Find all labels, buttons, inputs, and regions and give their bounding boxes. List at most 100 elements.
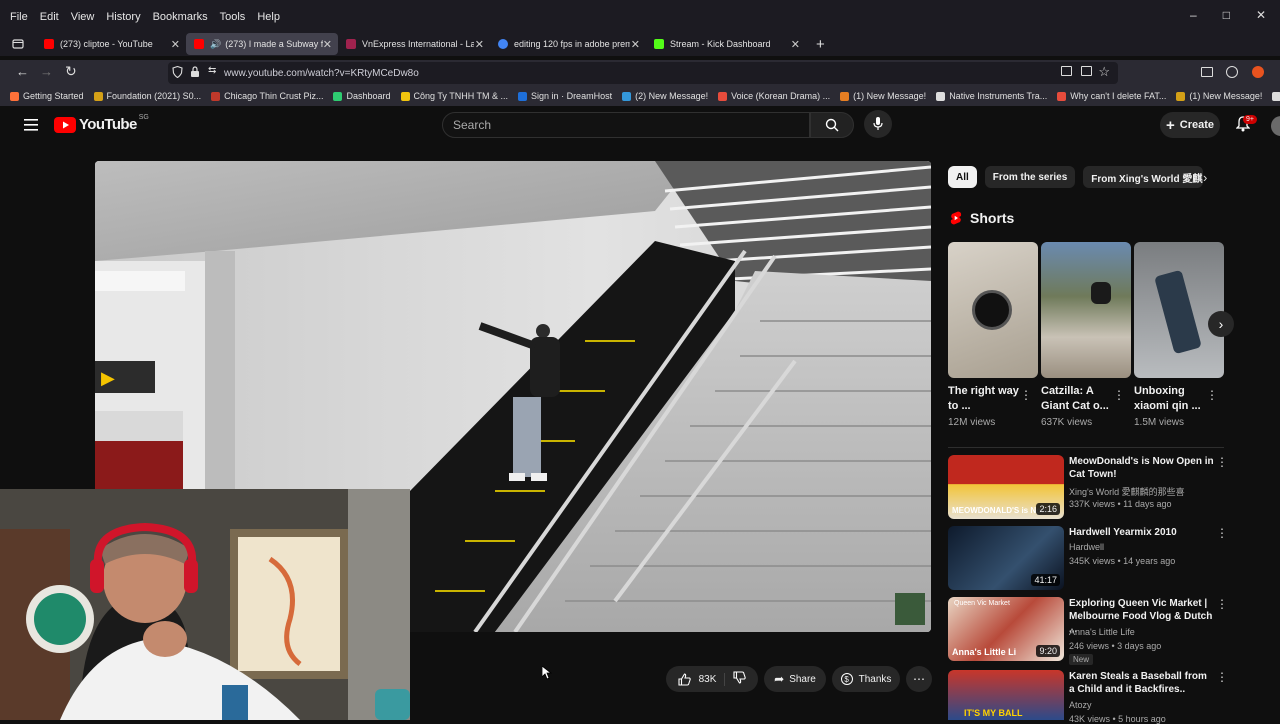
close-tab-icon[interactable]: ✕	[631, 38, 640, 51]
search-input[interactable]: Search	[442, 112, 810, 138]
menu-view[interactable]: View	[71, 11, 95, 23]
address-bar[interactable]: ⇆ www.youtube.com/watch?v=KRtyMCeDw8o ☆	[168, 62, 1118, 84]
chip-from-series[interactable]: From the series	[984, 166, 1076, 188]
hamburger-menu-icon[interactable]	[24, 118, 38, 136]
shorts-next-button[interactable]: ›	[1208, 311, 1234, 337]
shield-icon[interactable]	[172, 65, 183, 81]
avatar[interactable]	[1271, 116, 1280, 136]
minimize-icon[interactable]: –	[1190, 8, 1197, 22]
menu-tools[interactable]: Tools	[220, 11, 246, 23]
related-video-item[interactable]: Queen Vic Market Anna's Little Li 9:20 E…	[948, 597, 1238, 665]
tab-vnexpress[interactable]: VnExpress International - Latest ✕	[338, 33, 490, 55]
video-duration-badge: 9:20	[1036, 645, 1060, 657]
youtube-header: YouTube SG Search + Create 9+	[0, 106, 1280, 146]
bookmark-item[interactable]: Sign in · DreamHost	[518, 91, 612, 101]
close-tab-icon[interactable]: ✕	[475, 38, 484, 51]
sidebar-icon[interactable]	[1201, 67, 1213, 77]
related-video-item[interactable]: 41:17 Hardwell Yearmix 2010 Hardwell 345…	[948, 526, 1238, 592]
bookmark-favicon-icon	[1272, 91, 1280, 101]
more-vertical-icon[interactable]: ⋮	[1216, 670, 1228, 684]
thanks-button[interactable]: $ Thanks	[832, 666, 900, 692]
like-button[interactable]: 83K	[678, 672, 726, 686]
video-thumbnail: MEOWDONALD'S is Now 2:16	[948, 455, 1064, 519]
more-vertical-icon[interactable]: ⋮	[1113, 388, 1125, 402]
menu-edit[interactable]: Edit	[40, 11, 59, 23]
bookmark-item[interactable]: Foundation (2021) S0...	[93, 91, 201, 101]
bookmark-item[interactable]: Voice (Korean Drama) ...	[718, 91, 830, 101]
permissions-icon[interactable]: ⇆	[208, 65, 216, 76]
menu-bookmarks[interactable]: Bookmarks	[153, 11, 208, 23]
short-item[interactable]: Catzilla: A Giant Cat o... 637K views ⋮	[1041, 242, 1131, 428]
window-controls: – □ ✕	[1190, 8, 1280, 22]
create-button[interactable]: + Create	[1160, 112, 1220, 138]
menu-file[interactable]: File	[10, 11, 28, 23]
account-icon[interactable]	[1226, 66, 1238, 78]
bookmark-favicon-icon	[936, 91, 946, 101]
bookmark-item[interactable]: Why can't I delete FAT...	[1057, 91, 1166, 101]
bookmark-item[interactable]: Chicago Thin Crust Piz...	[211, 91, 323, 101]
thanks-dollar-icon: $	[840, 673, 853, 685]
speaker-icon[interactable]: 🔊	[210, 39, 221, 50]
close-tab-icon[interactable]: ✕	[323, 38, 332, 51]
video-duration-badge: 2:16	[1036, 503, 1060, 515]
search-button[interactable]	[810, 112, 854, 138]
more-vertical-icon[interactable]: ⋮	[1216, 597, 1228, 611]
more-vertical-icon[interactable]: ⋮	[1020, 388, 1032, 402]
new-tab-icon[interactable]: +	[816, 36, 825, 53]
chip-all[interactable]: All	[948, 166, 977, 188]
more-vertical-icon[interactable]: ⋮	[1216, 455, 1228, 469]
tab-editing-120fps[interactable]: editing 120 fps in adobe premi ✕	[490, 33, 646, 55]
bookmarks-toolbar: Getting Started Foundation (2021) S0... Ch…	[0, 86, 1280, 106]
share-button[interactable]: ➦ Share	[764, 666, 826, 692]
svg-text:▶: ▶	[101, 368, 115, 388]
close-tab-icon[interactable]: ✕	[791, 38, 800, 51]
menu-history[interactable]: History	[106, 11, 140, 23]
menu-help[interactable]: Help	[257, 11, 280, 23]
bookmark-item[interactable]: Getting Started	[10, 91, 84, 101]
dislike-button[interactable]	[725, 671, 747, 687]
short-thumbnail	[1134, 242, 1224, 378]
more-vertical-icon[interactable]: ⋮	[1216, 526, 1228, 540]
voice-search-button[interactable]	[864, 110, 892, 138]
chips-next-chevron-icon[interactable]: ›	[1203, 170, 1207, 185]
vnexpress-favicon-icon	[346, 39, 356, 49]
bookmark-favicon-icon	[840, 91, 850, 101]
extension-fox-icon[interactable]	[1252, 66, 1264, 78]
more-actions-button[interactable]: ⋯	[906, 666, 932, 692]
bookmark-item[interactable]: Dashboard	[333, 91, 391, 101]
menu-bar: File Edit View History Bookmarks Tools H…	[0, 0, 1280, 34]
tab-subway-video[interactable]: 🔊 (273) I made a Subway for ✕	[186, 33, 338, 55]
close-tab-icon[interactable]: ✕	[171, 38, 180, 51]
back-icon[interactable]: ←	[16, 64, 29, 79]
reload-icon[interactable]: ↻	[65, 63, 77, 80]
reader-view-icon[interactable]	[1081, 66, 1092, 76]
bookmark-item[interactable]: Native Instruments Tra...	[936, 91, 1047, 101]
picture-in-picture-icon[interactable]	[1061, 66, 1072, 76]
bookmark-star-icon[interactable]: ☆	[1098, 64, 1110, 80]
bookmark-favicon-icon	[622, 91, 632, 101]
short-item[interactable]: Unboxing xiaomi qin ... 1.5M views ⋮	[1134, 242, 1224, 428]
close-window-icon[interactable]: ✕	[1256, 8, 1266, 22]
bookmark-item[interactable]: Công Ty TNHH TM & ...	[400, 91, 508, 101]
chip-from-xings-world[interactable]: From Xing's World 愛麒麟	[1083, 166, 1204, 188]
related-video-item[interactable]: IT'S MY BALL Karen Steals a Baseball fro…	[948, 670, 1238, 724]
more-vertical-icon[interactable]: ⋮	[1206, 388, 1218, 402]
tab-kick-dashboard[interactable]: Stream - Kick Dashboard ✕	[646, 33, 806, 55]
related-video-item[interactable]: MEOWDONALD'S is Now 2:16 MeowDonald's is…	[948, 455, 1238, 521]
bookmark-favicon-icon	[211, 91, 221, 101]
tab-overview-icon[interactable]	[0, 38, 36, 50]
bookmark-item[interactable]: (1) New Message!	[840, 91, 926, 101]
mouse-cursor-icon	[541, 665, 553, 685]
youtube-logo[interactable]: YouTube SG	[54, 114, 149, 133]
lock-icon[interactable]	[190, 66, 200, 81]
youtube-favicon-icon	[194, 39, 204, 49]
bookmark-item[interactable]: (2) New Message!	[622, 91, 708, 101]
short-item[interactable]: The right way to ... 12M views ⋮	[948, 242, 1038, 428]
bookmark-item[interactable]: Trigger Boxing	[1272, 91, 1280, 101]
maximize-icon[interactable]: □	[1223, 8, 1230, 22]
bookmark-item[interactable]: (1) New Message!	[1176, 91, 1262, 101]
forward-icon[interactable]: →	[40, 64, 53, 79]
tab-cliptoe[interactable]: (273) cliptoe - YouTube ✕	[36, 33, 186, 55]
microphone-icon	[873, 117, 883, 130]
more-horizontal-icon: ⋯	[913, 672, 925, 686]
